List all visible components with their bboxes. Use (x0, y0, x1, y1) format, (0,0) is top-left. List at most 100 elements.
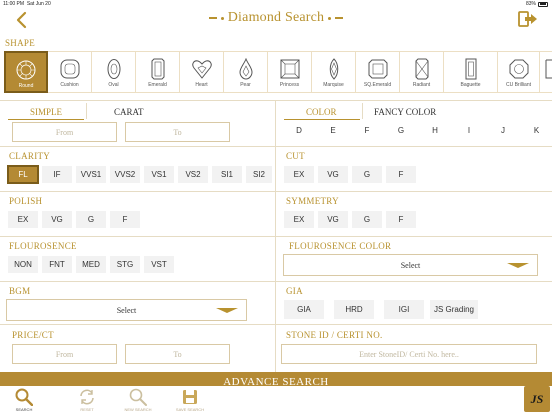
clarity-option-vvs2[interactable]: VVS2 (109, 165, 141, 184)
tab-color[interactable]: COLOR (306, 107, 337, 117)
clarity-option-si2[interactable]: SI2 (245, 165, 273, 184)
pear-diamond-icon (238, 58, 253, 80)
bottom-search-button[interactable]: SEARCH (4, 388, 44, 414)
heart-diamond-icon (191, 60, 212, 79)
select-value: Select (400, 260, 421, 270)
clarity-option-vvs1[interactable]: VVS1 (75, 165, 107, 184)
polish-option-ex[interactable]: EX (7, 210, 39, 229)
cut-option-f[interactable]: F (385, 165, 417, 184)
next-shape-icon (545, 59, 552, 79)
symmetry-option-ex[interactable]: EX (283, 210, 315, 229)
shape-name: Cushion (60, 82, 79, 88)
color-option-d[interactable]: D (283, 121, 315, 140)
flourosence-color-select[interactable]: Select (283, 254, 538, 276)
shape-name: Radiant (412, 82, 431, 88)
bgm-label: BGM (9, 286, 31, 296)
flourosence-option-med[interactable]: MED (75, 255, 107, 274)
size-from-input[interactable]: From (12, 122, 117, 142)
bgm-select[interactable]: Select (6, 299, 247, 321)
color-option-h[interactable]: H (419, 121, 451, 140)
color-option-j[interactable]: J (487, 121, 519, 140)
color-option-f[interactable]: F (351, 121, 383, 140)
symmetry-label: SYMMETRY (286, 196, 339, 206)
divider (0, 191, 552, 192)
chevron-left-icon[interactable] (14, 11, 28, 29)
stone-id-label: STONE ID / CERTI NO. (286, 330, 383, 340)
polish-label: POLISH (9, 196, 43, 206)
shape-more-partial[interactable] (540, 51, 552, 93)
status-battery: 83% (526, 1, 548, 7)
status-time: 11:00 PM Sat Jun 20 (3, 1, 51, 7)
shape-cushion[interactable]: Cushion (48, 51, 92, 93)
shape-heart[interactable]: Heart (180, 51, 224, 93)
shape-marquise[interactable]: Marquise (312, 51, 356, 93)
sq-emerald-diamond-icon (368, 59, 387, 79)
symmetry-option-f[interactable]: F (385, 210, 417, 229)
bottom-reset-button[interactable]: RESET (67, 388, 107, 414)
baguette-diamond-icon (465, 58, 476, 80)
price-from-input[interactable]: From (12, 344, 117, 364)
cut-option-g[interactable]: G (351, 165, 383, 184)
symmetry-option-g[interactable]: G (351, 210, 383, 229)
divider (0, 324, 552, 325)
logout-icon[interactable] (518, 10, 538, 28)
tab-carat[interactable]: CARAT (114, 107, 144, 117)
gia-option-igi[interactable]: IGI (383, 299, 425, 320)
tab-color-underline (284, 119, 360, 120)
clarity-option-vs1[interactable]: VS1 (143, 165, 175, 184)
tab-fancy-color[interactable]: FANCY COLOR (374, 107, 436, 117)
shape-radiant[interactable]: Radiant (400, 51, 444, 93)
shape-baguette[interactable]: Baguette (444, 51, 498, 93)
gia-option-gia[interactable]: GIA (283, 299, 325, 320)
radiant-diamond-icon (415, 58, 428, 80)
cut-option-vg[interactable]: VG (317, 165, 349, 184)
gia-option-hrd[interactable]: HRD (333, 299, 375, 320)
shape-oval[interactable]: Oval (92, 51, 136, 93)
page-title-wrap: Diamond Search (190, 8, 362, 28)
flourosence-option-stg[interactable]: STG (109, 255, 141, 274)
price-to-input[interactable]: To (125, 344, 230, 364)
flourosence-option-non[interactable]: NON (7, 255, 39, 274)
advance-search-button[interactable]: ADVANCE SEARCH (0, 372, 552, 386)
cut-option-ex[interactable]: EX (283, 165, 315, 184)
color-option-e[interactable]: E (317, 121, 349, 140)
divider (0, 100, 552, 101)
gia-option-js-grading[interactable]: JS Grading (429, 299, 479, 320)
color-option-g[interactable]: G (385, 121, 417, 140)
clarity-option-if[interactable]: IF (41, 165, 73, 184)
symmetry-option-vg[interactable]: VG (317, 210, 349, 229)
polish-option-f[interactable]: F (109, 210, 141, 229)
bottom-save-search-button[interactable]: SAVE SEARCH (170, 388, 210, 414)
title-ornament-left (208, 17, 217, 19)
polish-option-g[interactable]: G (75, 210, 107, 229)
brand-logo: JS (524, 386, 550, 412)
tab-simple[interactable]: SIMPLE (30, 107, 62, 117)
battery-percent: 83% (525, 1, 536, 7)
shape-pear[interactable]: Pear (224, 51, 268, 93)
shape-cu-brilliant[interactable]: CU Brilliant (498, 51, 540, 93)
shape-name: Princess (279, 82, 300, 88)
bottom-item-label: SEARCH (15, 407, 33, 412)
polish-option-vg[interactable]: VG (41, 210, 73, 229)
color-option-i[interactable]: I (453, 121, 485, 140)
title-ornament-dot-right (328, 16, 332, 20)
reset-icon (80, 389, 94, 405)
shape-emerald[interactable]: Emerald (136, 51, 180, 93)
flourosence-option-vst[interactable]: VST (143, 255, 175, 274)
oval-diamond-icon (107, 59, 120, 79)
shape-sq-emerald[interactable]: SQ.Emerald (356, 51, 400, 93)
color-option-k[interactable]: K (521, 121, 552, 140)
cushion-diamond-icon (60, 59, 79, 79)
clarity-option-vs2[interactable]: VS2 (177, 165, 209, 184)
bottom-new-search-button[interactable]: NEW SEARCH (118, 388, 158, 414)
shape-round[interactable]: Round (4, 51, 48, 93)
clarity-option-fl[interactable]: FL (7, 165, 39, 184)
flourosence-option-fnt[interactable]: FNT (41, 255, 73, 274)
clarity-option-si1[interactable]: SI1 (211, 165, 243, 184)
battery-icon (538, 1, 548, 7)
size-to-input[interactable]: To (125, 122, 230, 142)
divider (0, 281, 552, 282)
shape-princess[interactable]: Princess (268, 51, 312, 93)
shape-name: Heart (195, 82, 208, 88)
stone-id-input[interactable]: Enter StoneID/ Certi No. here.. (281, 344, 537, 364)
